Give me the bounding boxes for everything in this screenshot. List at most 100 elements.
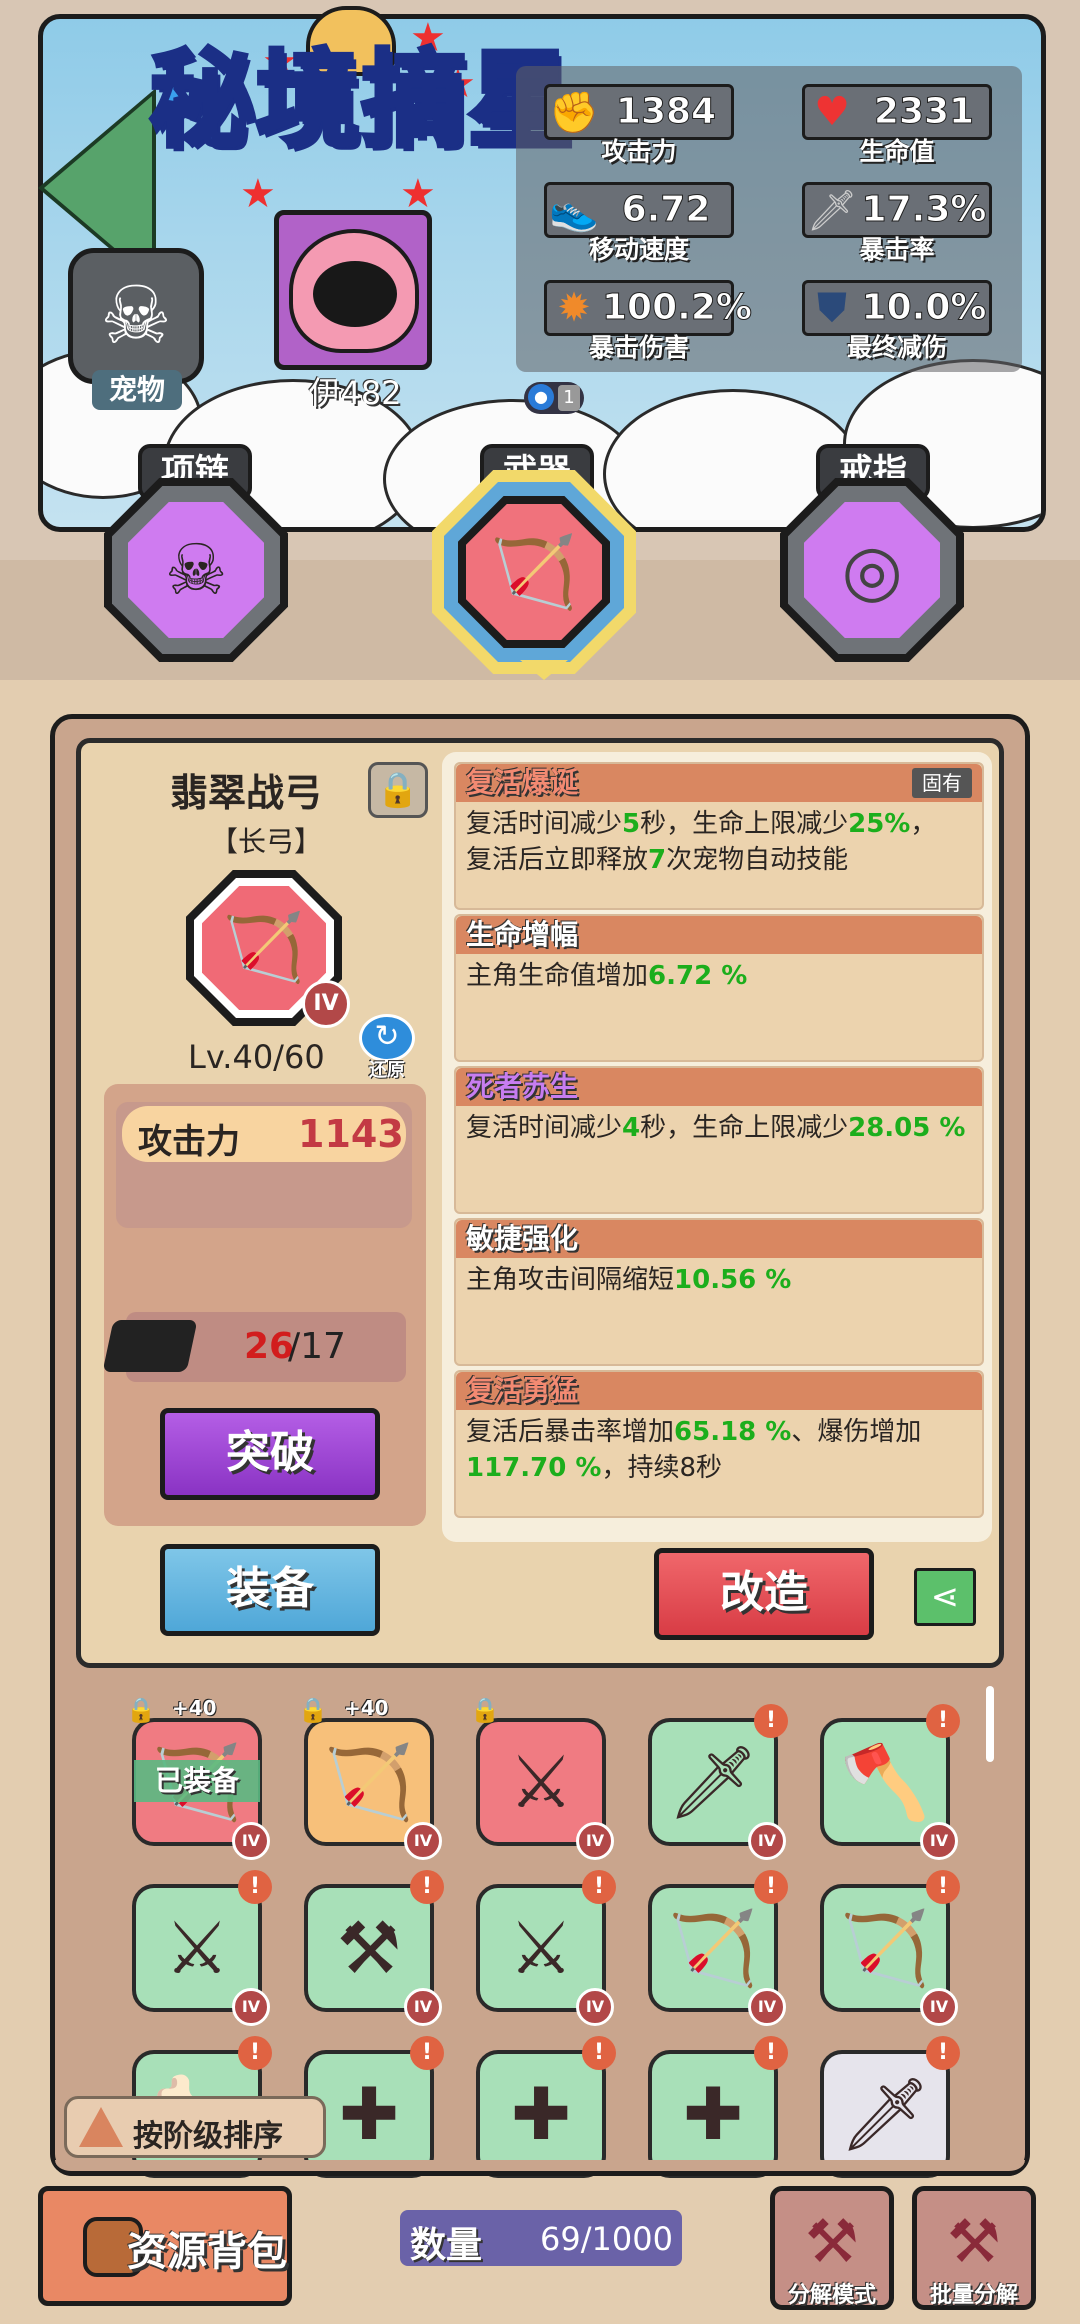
skull-pet-icon: ☠ bbox=[100, 269, 172, 362]
breakthrough-button[interactable]: 突破 bbox=[160, 1408, 380, 1500]
alert-icon: ! bbox=[926, 2036, 960, 2070]
alert-icon: ! bbox=[754, 1870, 788, 1904]
inventory-count: 数量 69/1000 bbox=[400, 2210, 682, 2266]
grid-bottom-edge bbox=[55, 2160, 1025, 2176]
item-rank-badge: IV bbox=[302, 980, 350, 1028]
lock-icon: 🔒 bbox=[376, 770, 420, 810]
innate-tag: 固有 bbox=[912, 768, 972, 798]
effect-title: 复活爆诞 bbox=[456, 764, 982, 802]
equipped-badge: 已装备 bbox=[134, 1760, 260, 1802]
inventory-item[interactable]: 🏹 ! IV bbox=[648, 1870, 788, 2026]
stats-panel: ✊ 1384 攻击力 ♥ 2331 生命值 👟 6.72 移动速度 🗡 17.3… bbox=[516, 66, 1022, 372]
effect-title: 复活勇猛 bbox=[456, 1372, 982, 1410]
hammer-icon: ⚒ bbox=[805, 2207, 859, 2277]
lock-icon: 🔒 bbox=[298, 1696, 328, 1724]
sword-icon: 🗡 bbox=[839, 2072, 931, 2156]
alert-icon: ! bbox=[926, 1704, 960, 1738]
inventory-item[interactable]: 🗡 ! IV bbox=[648, 1704, 788, 1860]
rank-badge: IV bbox=[920, 1988, 958, 2026]
rank-badge: IV bbox=[748, 1822, 786, 1860]
stat-hp: ♥ 2331 生命值 bbox=[802, 84, 992, 166]
rank-badge: IV bbox=[576, 1822, 614, 1860]
sort-by-rank-button[interactable]: 按阶级排序 bbox=[64, 2096, 326, 2158]
bow-icon: 🏹 bbox=[466, 504, 602, 640]
stat-crit-rate: 🗡 17.3% 暴击率 bbox=[802, 182, 992, 264]
heart-icon: ♥ bbox=[814, 89, 850, 135]
effect-item: 生命增幅 主角生命值增加6.72 % bbox=[454, 914, 984, 1062]
batch-disassemble-button[interactable]: ⚒ 批量分解 bbox=[912, 2186, 1036, 2310]
inventory-item[interactable]: 🏹 🔒 +40 IV bbox=[298, 1696, 442, 1860]
player-avatar[interactable] bbox=[274, 210, 432, 370]
inventory-item[interactable]: 🏹 已装备 🔒 +40 IV bbox=[126, 1696, 270, 1860]
multi-hammer-icon: ⚒ bbox=[947, 2207, 1001, 2277]
stat-move-speed: 👟 6.72 移动速度 bbox=[544, 182, 734, 264]
effect-title: 生命增幅 bbox=[456, 916, 982, 954]
effect-item: 死者苏生 复活时间减少4秒，生命上限减少28.05 % bbox=[454, 1066, 984, 1214]
item-name: 翡翠战弓 bbox=[170, 771, 323, 815]
alert-icon: ! bbox=[582, 2036, 616, 2070]
share-button[interactable]: ⋖ bbox=[914, 1568, 976, 1626]
rank-badge: IV bbox=[232, 1822, 270, 1860]
effect-desc: 主角生命值增加6.72 % bbox=[466, 961, 748, 991]
effect-desc: 复活后暴击率增加65.18 %、爆伤增加 117.70 %，持续8秒 bbox=[466, 1417, 922, 1483]
alert-icon: ! bbox=[238, 2036, 272, 2070]
enhance-level: +40 bbox=[172, 1696, 217, 1720]
share-icon: ⋖ bbox=[930, 1577, 960, 1617]
reforge-button[interactable]: 改造 bbox=[654, 1548, 874, 1640]
effect-title: 敏捷强化 bbox=[456, 1220, 982, 1258]
crossbow-icon: ✚ bbox=[682, 2072, 744, 2156]
rank-badge: IV bbox=[404, 1822, 442, 1860]
lock-icon: 🔒 bbox=[126, 1696, 156, 1724]
restore-label: 还原 bbox=[369, 1060, 405, 1081]
restore-icon: ↻ bbox=[359, 1014, 415, 1062]
equip-button[interactable]: 装备 bbox=[160, 1544, 380, 1636]
skull-necklace-icon: ☠ bbox=[128, 502, 264, 638]
lock-icon: 🔒 bbox=[470, 1696, 500, 1724]
stat-crit-damage: ✹ 100.2% 暴击伤害 bbox=[544, 280, 752, 362]
restore-button[interactable]: ↻ 还原 bbox=[358, 1014, 416, 1081]
iron-ingot-icon bbox=[102, 1320, 198, 1372]
resource-bag-label: 资源背包 bbox=[127, 2229, 287, 2275]
count-value: 69/1000 bbox=[540, 2220, 673, 2258]
explosion-icon: ✹ bbox=[557, 285, 591, 331]
inventory-scrollbar[interactable] bbox=[986, 1686, 994, 1762]
resource-bag-button[interactable]: 资源背包 bbox=[38, 2186, 292, 2306]
inventory-item[interactable]: ⚔ 🔒 IV bbox=[470, 1696, 614, 1860]
selected-indicator-icon bbox=[520, 660, 568, 680]
enhance-level: +40 bbox=[344, 1696, 389, 1720]
drop-count: 1 bbox=[558, 385, 580, 411]
star-icon: ★ bbox=[400, 171, 436, 217]
rank-badge: IV bbox=[576, 1988, 614, 2026]
inventory-item[interactable]: ⚔ ! IV bbox=[132, 1870, 272, 2026]
item-type: 【长弓】 bbox=[210, 825, 323, 858]
effect-item: 敏捷强化 主角攻击间隔缩短10.56 % bbox=[454, 1218, 984, 1366]
alert-icon: ! bbox=[926, 1870, 960, 1904]
fist-icon: ✊ bbox=[549, 89, 599, 136]
batch-disassemble-label: 批量分解 bbox=[929, 2283, 1018, 2308]
inventory-item[interactable]: 🪓 ! IV bbox=[820, 1704, 960, 1860]
lock-button[interactable]: 🔒 bbox=[368, 762, 428, 818]
drop-counter: ● 1 bbox=[524, 382, 584, 414]
inventory-item[interactable]: ⚔ ! IV bbox=[476, 1870, 616, 2026]
crossbow-icon: ✚ bbox=[510, 2072, 572, 2156]
game-title: 秘境摘星 bbox=[147, 39, 575, 161]
item-level: Lv.40/60 bbox=[188, 1038, 325, 1076]
effects-panel: 复活爆诞 固有 复活时间减少5秒，生命上限减少25%， 复活后立即释放7次宠物自… bbox=[442, 752, 992, 1542]
disassemble-mode-button[interactable]: ⚒ 分解模式 bbox=[770, 2186, 894, 2310]
pet-slot[interactable]: ☠ bbox=[68, 248, 204, 384]
effect-item: 复活爆诞 固有 复活时间减少5秒，生命上限减少25%， 复活后立即释放7次宠物自… bbox=[454, 762, 984, 910]
material-required: /17 bbox=[288, 1326, 346, 1367]
attack-label: 攻击力 bbox=[138, 1122, 240, 1162]
material-requirement: 26 /17 bbox=[102, 1312, 406, 1382]
sort-label: 按阶级排序 bbox=[133, 2119, 283, 2154]
alert-icon: ! bbox=[238, 1870, 272, 1904]
effect-desc: 复活时间减少5秒，生命上限减少25%， 复活后立即释放7次宠物自动技能 bbox=[466, 809, 937, 875]
inventory-item[interactable]: 🏹 ! IV bbox=[820, 1870, 960, 2026]
effect-title: 死者苏生 bbox=[456, 1068, 982, 1106]
attack-stat-pill: 攻击力 1143 bbox=[122, 1106, 406, 1162]
rank-badge: IV bbox=[920, 1822, 958, 1860]
triangle-icon bbox=[79, 2107, 123, 2147]
sword-icon: 🗡 bbox=[806, 187, 858, 234]
inventory-item[interactable]: ⚒ ! IV bbox=[304, 1870, 444, 2026]
shoe-icon: 👟 bbox=[549, 187, 599, 234]
